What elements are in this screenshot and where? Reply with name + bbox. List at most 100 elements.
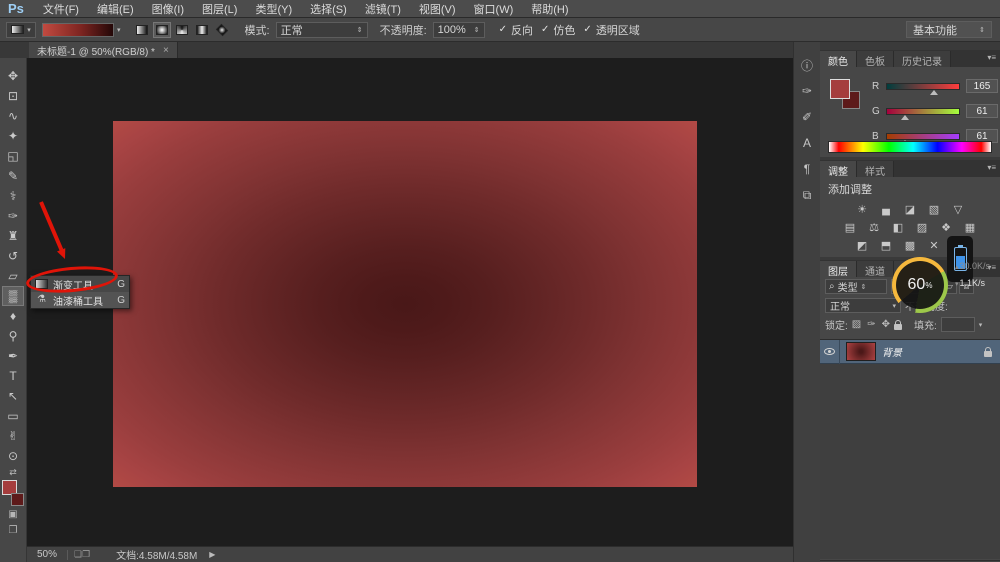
menu-item[interactable]: 图层(L) — [193, 1, 246, 17]
panel-tab[interactable]: 通道 — [857, 261, 894, 277]
background-color-swatch[interactable] — [11, 493, 24, 506]
linear-gradient-button[interactable] — [133, 22, 151, 38]
menu-item[interactable]: 视图(V) — [410, 1, 465, 17]
lock-option-icon[interactable]: ✑ — [867, 319, 875, 330]
marquee-tool[interactable]: ⊡ — [2, 86, 24, 106]
lasso-tool[interactable]: ∿ — [2, 106, 24, 126]
panel-tab[interactable]: 调整 — [820, 161, 857, 177]
layer-blend-mode-select[interactable]: 正常 ▾ — [825, 298, 901, 313]
zoom-tool[interactable]: ⊙ — [2, 446, 24, 466]
adjustment-icon[interactable]: ▨ — [915, 220, 930, 234]
history-brush-tool[interactable]: ↺ — [2, 246, 24, 266]
adjustment-icon[interactable]: ▄ — [879, 202, 894, 216]
close-tab-icon[interactable]: × — [163, 45, 169, 56]
blue-slider[interactable] — [886, 133, 960, 140]
adjustment-icon[interactable]: ❖ — [939, 220, 954, 234]
pen-tool[interactable]: ✒ — [2, 346, 24, 366]
flyout-menu-item[interactable]: ⚗ 油漆桶工具 G — [31, 292, 129, 308]
panel-tab[interactable]: 图层 — [820, 261, 857, 277]
brush-tool[interactable]: ✑ — [2, 206, 24, 226]
workspace-switcher[interactable]: 基本功能⇕ — [906, 21, 992, 38]
layer-fill-field[interactable] — [941, 317, 975, 332]
clone-source-panel-icon[interactable]: ⧉ — [796, 184, 819, 206]
slider-thumb[interactable] — [901, 115, 909, 120]
eyedropper-tool[interactable]: ✎ — [2, 166, 24, 186]
layer-thumbnail[interactable] — [846, 342, 876, 361]
angle-gradient-button[interactable] — [173, 22, 191, 38]
layer-filter-select[interactable]: ⌕ 类型 ⇕ — [825, 279, 887, 294]
shape-tool[interactable]: ▭ — [2, 406, 24, 426]
color-spectrum-bar[interactable] — [828, 141, 992, 153]
green-slider[interactable] — [886, 108, 960, 115]
radial-gradient-button[interactable] — [153, 22, 171, 38]
menu-item[interactable]: 选择(S) — [301, 1, 356, 17]
adjustment-icon[interactable]: ▩ — [903, 238, 918, 252]
brush-panel-icon[interactable]: ✐ — [796, 106, 819, 128]
swap-colors-icon[interactable]: ⇄ — [2, 466, 24, 478]
panel-menu-icon[interactable]: ▾≡ — [987, 163, 996, 172]
red-slider[interactable] — [886, 83, 960, 90]
blur-tool[interactable]: ♦ — [2, 306, 24, 326]
clone-stamp-tool[interactable]: ♜ — [2, 226, 24, 246]
lock-option-icon[interactable]: ▨ — [852, 319, 861, 330]
move-tool[interactable]: ✥ — [2, 66, 24, 86]
blend-mode-select[interactable]: 正常⇕ — [276, 22, 368, 38]
option-checkbox[interactable]: ✓ 透明区域 — [583, 22, 639, 38]
info-panel-icon[interactable]: ⓘ — [796, 54, 819, 76]
panel-tab[interactable]: 历史记录 — [894, 51, 951, 67]
menu-item[interactable]: 编辑(E) — [88, 1, 143, 17]
menu-item[interactable]: 滤镜(T) — [356, 1, 410, 17]
gradient-preview[interactable] — [42, 23, 114, 37]
status-options-arrow-icon[interactable]: ▶ — [209, 550, 215, 559]
quick-mask-button[interactable]: ▣ — [2, 506, 24, 522]
panel-menu-icon[interactable]: ▾≡ — [987, 53, 996, 62]
menu-item[interactable]: 图像(I) — [143, 1, 193, 17]
chevron-down-icon[interactable]: ▾ — [117, 26, 121, 34]
type-tool[interactable]: T — [2, 366, 24, 386]
slider-thumb[interactable] — [930, 90, 938, 95]
lock-option-icon[interactable]: ✥ — [882, 319, 890, 330]
flyout-menu-item[interactable]: 渐变工具 G — [31, 276, 129, 292]
layer-visibility-cell[interactable] — [820, 340, 840, 364]
adjustment-icon[interactable]: ▦ — [963, 220, 978, 234]
hand-tool[interactable]: ✌ — [2, 426, 24, 446]
panel-tab[interactable]: 色板 — [857, 51, 894, 67]
reflected-gradient-button[interactable] — [193, 22, 211, 38]
panel-tab[interactable]: 样式 — [857, 161, 894, 177]
foreground-color-swatch[interactable] — [830, 79, 850, 99]
document-canvas[interactable] — [113, 121, 697, 487]
menu-item[interactable]: 帮助(H) — [522, 1, 577, 17]
path-selection-tool[interactable]: ↖ — [2, 386, 24, 406]
option-checkbox[interactable]: ✓ 反向 — [499, 22, 533, 38]
adjustment-icon[interactable]: ◪ — [903, 202, 918, 216]
adjustment-icon[interactable]: ◧ — [891, 220, 906, 234]
menu-item[interactable]: 窗口(W) — [465, 1, 523, 17]
adjustment-icon[interactable]: ✕ — [927, 238, 942, 252]
green-value-field[interactable]: 61 — [966, 104, 998, 118]
adjustment-icon[interactable]: ⚖ — [867, 220, 882, 234]
adjustment-icon[interactable]: ☀ — [855, 202, 870, 216]
adjustment-icon[interactable]: ◩ — [855, 238, 870, 252]
menu-item[interactable]: 类型(Y) — [246, 1, 301, 17]
red-value-field[interactable]: 165 — [966, 79, 998, 93]
healing-brush-tool[interactable]: ⚕ — [2, 186, 24, 206]
tool-preset-picker[interactable]: ▾ — [6, 22, 36, 38]
eraser-tool[interactable]: ▱ — [2, 266, 24, 286]
diamond-gradient-button[interactable] — [213, 22, 231, 38]
adjustment-icon[interactable]: ▽ — [951, 202, 966, 216]
zoom-level-field[interactable]: 50% — [27, 549, 61, 560]
lock-all-icon[interactable] — [894, 324, 902, 330]
gradient-tool[interactable]: ▒ — [2, 286, 24, 306]
quick-selection-tool[interactable]: ✦ — [2, 126, 24, 146]
opacity-select[interactable]: 100%⇕ — [433, 22, 485, 38]
dodge-tool[interactable]: ⚲ — [2, 326, 24, 346]
adjustment-icon[interactable]: ▤ — [843, 220, 858, 234]
adjustment-icon[interactable]: ⬒ — [879, 238, 894, 252]
screen-mode-button[interactable]: ❐ — [2, 522, 24, 538]
menu-item[interactable]: 文件(F) — [34, 1, 88, 17]
background-layer-row[interactable]: 背景 — [820, 340, 1000, 364]
brush-presets-panel-icon[interactable]: ✑ — [796, 80, 819, 102]
paragraph-panel-icon[interactable]: ¶ — [796, 158, 819, 180]
panel-tab[interactable]: 颜色 — [820, 51, 857, 67]
option-checkbox[interactable]: ✓ 仿色 — [541, 22, 575, 38]
